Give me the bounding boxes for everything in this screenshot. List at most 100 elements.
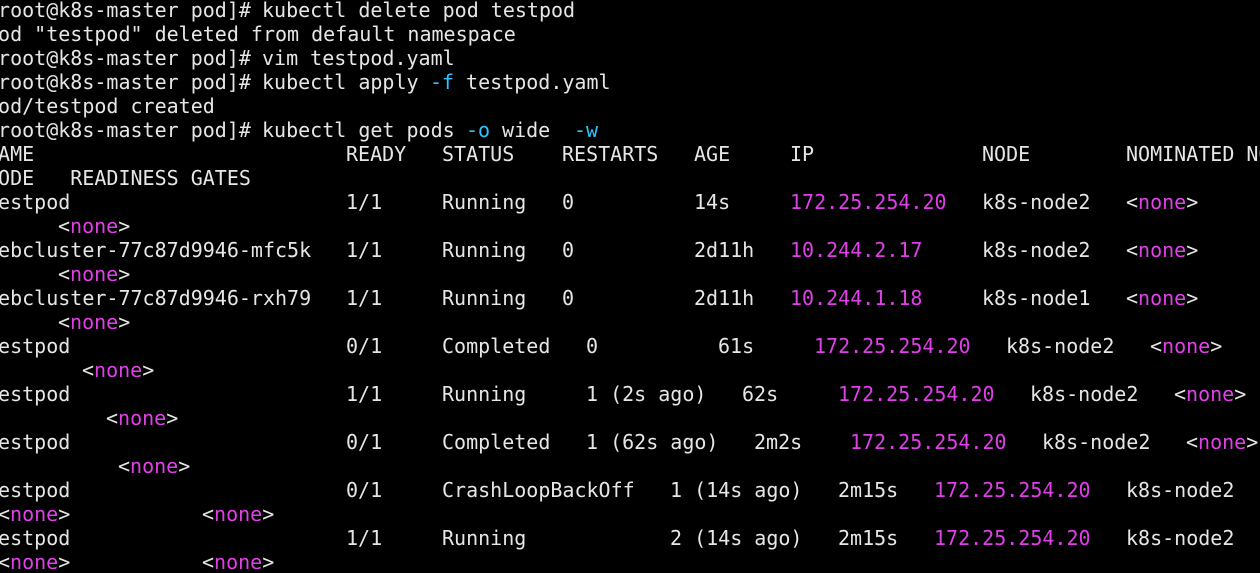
- pod-ready: 1/1: [346, 286, 383, 310]
- shell-prompt: [root@k8s-master pod]#: [0, 70, 263, 94]
- pod-name: testpod: [0, 478, 71, 502]
- command-flag: -o: [466, 118, 491, 142]
- table-header: NAME READY STATUS RESTARTS AGE IP NODE N…: [0, 142, 1260, 166]
- shell-prompt: [root@k8s-master pod]#: [0, 46, 263, 70]
- pod-restarts: 1 (62s ago): [586, 430, 719, 454]
- pod-ip: 172.25.254.20: [850, 430, 1007, 454]
- pod-nominated: <none>: [1174, 382, 1247, 406]
- terminal-line-1: [root@k8s-master pod]# kubectl delete po…: [0, 0, 575, 22]
- command-text: vim testpod.yaml: [262, 46, 455, 70]
- pod-name: testpod: [0, 382, 71, 406]
- command-output: pod "testpod" deleted from default names…: [0, 22, 516, 46]
- pod-readiness-gates: <none>: [58, 262, 131, 286]
- pod-name: webcluster-77c87d9946-mfc5k: [0, 238, 312, 262]
- table-row-wrap: <none>: [0, 262, 130, 286]
- terminal-line-5: pod/testpod created: [0, 94, 215, 118]
- pod-ip: 172.25.254.20: [934, 526, 1091, 550]
- table-row: testpod 1/1 Running 1 (2s ago) 62s 172.2…: [0, 382, 1246, 406]
- pod-status: Running: [442, 190, 527, 214]
- terminal-line-2: pod "testpod" deleted from default names…: [0, 22, 516, 46]
- table-row-wrap: <none>: [0, 358, 154, 382]
- pod-node: k8s-node1: [982, 286, 1091, 310]
- pod-age: 62s: [742, 382, 779, 406]
- pod-nominated: <none>: [1150, 334, 1223, 358]
- header-nominated: NOMINATED NODE: [1126, 142, 1260, 166]
- pod-name: testpod: [0, 526, 71, 550]
- pod-node: k8s-node2: [1126, 526, 1235, 550]
- header-ip: IP: [790, 142, 815, 166]
- nominated-value: none: [1138, 190, 1187, 214]
- pod-ready: 1/1: [346, 526, 383, 550]
- terminal-window[interactable]: [root@k8s-master pod]# kubectl delete po…: [0, 0, 1260, 573]
- gates-value: none: [70, 262, 119, 286]
- header-restarts: RESTARTS: [562, 142, 659, 166]
- pod-ip: 172.25.254.20: [790, 190, 947, 214]
- pod-ip: 172.25.254.20: [934, 478, 1091, 502]
- command-text: kubectl get pods: [262, 118, 467, 142]
- pod-status: CrashLoopBackOff: [442, 478, 635, 502]
- nominated-value: none: [1138, 286, 1187, 310]
- command-flag: -w: [574, 118, 599, 142]
- table-row: testpod 0/1 Completed 1 (62s ago) 2m2s 1…: [0, 430, 1258, 454]
- pod-restarts: 1 (14s ago): [670, 478, 803, 502]
- header-readiness-gates: NODE READINESS GATES: [0, 166, 251, 190]
- gates-value: none: [94, 358, 143, 382]
- pod-node: k8s-node2: [1126, 478, 1235, 502]
- pod-age: 2m2s: [754, 430, 803, 454]
- nominated-value: none: [1186, 382, 1235, 406]
- table-header-wrap: NODE READINESS GATES: [0, 166, 251, 190]
- pod-readiness-gates: <none>: [58, 310, 131, 334]
- command-output: pod/testpod created: [0, 94, 215, 118]
- pod-age: 2m15s: [838, 478, 899, 502]
- shell-prompt: [root@k8s-master pod]#: [0, 0, 263, 22]
- pod-name: webcluster-77c87d9946-rxh79: [0, 286, 312, 310]
- header-age: AGE: [694, 142, 731, 166]
- command-flag: -f: [430, 70, 455, 94]
- gates-value: none: [214, 550, 263, 573]
- table-row-wrap: <none>: [0, 406, 178, 430]
- table-row: webcluster-77c87d9946-mfc5k 1/1 Running …: [0, 238, 1198, 262]
- pod-name: testpod: [0, 334, 71, 358]
- pod-ready: 0/1: [346, 334, 383, 358]
- pod-ip: 172.25.254.20: [814, 334, 971, 358]
- pod-age: 2d11h: [694, 286, 755, 310]
- nominated-value: none: [10, 502, 59, 526]
- header-name: NAME: [0, 142, 35, 166]
- pod-age: 2d11h: [694, 238, 755, 262]
- pod-nominated: <none>: [1126, 286, 1199, 310]
- pod-ip: 10.244.1.18: [790, 286, 923, 310]
- pod-nominated: <none>: [0, 550, 71, 573]
- command-text: wide: [490, 118, 575, 142]
- pod-nominated: <none>: [1126, 238, 1199, 262]
- pod-ready: 1/1: [346, 190, 383, 214]
- pod-readiness-gates: <none>: [58, 214, 131, 238]
- pod-ip: 172.25.254.20: [838, 382, 995, 406]
- pod-node: k8s-node2: [1042, 430, 1151, 454]
- table-row: testpod 1/1 Running 0 14s 172.25.254.20 …: [0, 190, 1198, 214]
- pod-node: k8s-node2: [982, 190, 1091, 214]
- pod-status: Running: [442, 382, 527, 406]
- nominated-value: none: [1162, 334, 1211, 358]
- pod-restarts: 1 (2s ago): [586, 382, 707, 406]
- pod-status: Running: [442, 238, 527, 262]
- pod-ready: 1/1: [346, 238, 383, 262]
- table-row-wrap: <none>: [0, 214, 130, 238]
- pod-node: k8s-node2: [982, 238, 1091, 262]
- pod-age: 14s: [694, 190, 731, 214]
- command-text: kubectl delete pod testpod: [262, 0, 576, 22]
- table-row: webcluster-77c87d9946-rxh79 1/1 Running …: [0, 286, 1198, 310]
- pod-age: 61s: [718, 334, 755, 358]
- nominated-value: none: [1198, 430, 1247, 454]
- pod-age: 2m15s: [838, 526, 899, 550]
- header-node: NODE: [982, 142, 1031, 166]
- pod-ready: 1/1: [346, 382, 383, 406]
- pod-restarts: 0: [562, 190, 575, 214]
- terminal-line-6: [root@k8s-master pod]# kubectl get pods …: [0, 118, 598, 142]
- pod-readiness-gates: <none>: [118, 454, 191, 478]
- pod-node: k8s-node2: [1030, 382, 1139, 406]
- pod-ready: 0/1: [346, 478, 383, 502]
- pod-status: Running: [442, 286, 527, 310]
- pod-restarts: 2 (14s ago): [670, 526, 803, 550]
- nominated-value: none: [1138, 238, 1187, 262]
- pod-ready: 0/1: [346, 430, 383, 454]
